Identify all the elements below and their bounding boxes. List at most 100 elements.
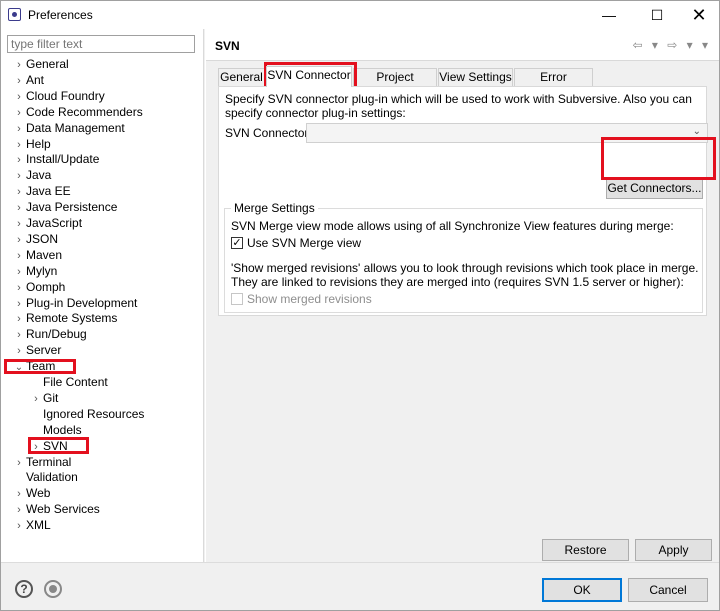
forward-arrow-icon[interactable]: ⇨ ▾ [667, 38, 695, 52]
tree-item-label: JSON [26, 231, 59, 246]
filter-input[interactable] [7, 35, 195, 53]
tree-item-label: Team [26, 359, 56, 374]
tree-item-label: Install/Update [26, 152, 100, 167]
tab-svn-connector[interactable]: SVN Connector [266, 66, 352, 87]
chevron-right-icon[interactable]: › [12, 152, 26, 168]
chevron-right-icon[interactable]: › [12, 200, 26, 216]
chevron-right-icon[interactable]: › [12, 232, 26, 248]
tree-item-label: Git [43, 390, 59, 405]
chevron-right-icon[interactable]: › [12, 455, 26, 471]
chevron-right-icon[interactable]: › [12, 121, 26, 137]
chevron-right-icon[interactable]: › [12, 311, 26, 327]
tree-item[interactable]: › Terminal [12, 454, 71, 470]
tree-item-label: Mylyn [26, 263, 58, 278]
window-title: Preferences [28, 8, 93, 22]
chevron-right-icon[interactable]: › [12, 327, 26, 343]
tree-item-label: XML [26, 518, 51, 533]
chevron-right-icon[interactable]: › [12, 89, 26, 105]
tree-item[interactable]: › Cloud Foundry [12, 88, 105, 104]
chevron-right-icon[interactable]: › [12, 57, 26, 73]
back-arrow-icon[interactable]: ⇦ ▾ [632, 38, 660, 52]
tree-item-label: Validation [26, 470, 78, 485]
record-icon[interactable] [44, 580, 62, 598]
tree-item[interactable]: › General [12, 56, 69, 72]
chevron-right-icon[interactable]: › [12, 296, 26, 312]
tree-item-label: Java Persistence [26, 200, 118, 215]
chevron-right-icon[interactable]: › [12, 502, 26, 518]
tree-item[interactable]: › JSON [12, 231, 58, 247]
chevron-right-icon[interactable]: › [12, 216, 26, 232]
chevron-right-icon[interactable]: › [29, 391, 43, 407]
preference-page-pane: SVN ⇦ ▾ ⇨ ▾ ▾ General SVN Connector Proj… [206, 29, 719, 577]
chevron-right-icon[interactable]: › [12, 184, 26, 200]
use-svn-merge-view-checkbox[interactable]: ✓ [231, 237, 243, 249]
minimize-button[interactable]: — [587, 1, 631, 29]
chevron-right-icon[interactable]: › [29, 439, 43, 455]
chevron-down-icon[interactable]: ⌄ [12, 360, 26, 376]
connector-description: Specify SVN connector plug-in which will… [225, 92, 692, 120]
chevron-right-icon[interactable]: › [12, 105, 26, 121]
tree-item[interactable]: › Remote Systems [12, 310, 117, 326]
tab-error-reporting[interactable]: Error Reporting [514, 68, 593, 100]
chevron-right-icon[interactable]: › [12, 280, 26, 296]
tree-item-label: Data Management [26, 120, 125, 135]
chevron-right-icon[interactable]: › [12, 486, 26, 502]
tree-item[interactable]: › XML [12, 517, 51, 533]
tree-item-label: Oomph [26, 279, 66, 294]
tab-project-structure[interactable]: Project structure [353, 68, 437, 100]
restore-defaults-button[interactable]: Restore Defaults [542, 539, 629, 577]
chevron-right-icon[interactable]: › [12, 137, 26, 153]
chevron-right-icon[interactable]: › [12, 264, 26, 280]
tree-item[interactable]: › Mylyn [12, 263, 57, 279]
tree-item[interactable]: › Run/Debug [12, 326, 87, 342]
chevron-right-icon[interactable]: › [12, 343, 26, 359]
tree-item[interactable]: File Content [29, 374, 108, 390]
tree-item[interactable]: › Plug-in Development [12, 295, 137, 311]
tree-item[interactable]: › Web Services [12, 501, 100, 517]
tree-item[interactable]: › Java [12, 167, 51, 183]
chevron-right-icon[interactable]: › [12, 248, 26, 264]
svn-connector-select[interactable]: ⌄ [306, 123, 708, 143]
tree-item-label: General [26, 57, 69, 71]
chevron-right-icon[interactable]: › [12, 518, 26, 534]
tree-item[interactable]: › Data Management [12, 120, 125, 136]
tree-item[interactable]: Validation [12, 469, 78, 485]
view-menu-icon[interactable]: ▾ [702, 38, 711, 52]
help-icon[interactable]: ? [15, 580, 33, 598]
tree-item[interactable]: › Web [12, 485, 50, 501]
tree-item[interactable]: Models [29, 422, 82, 438]
tree-item-label: Maven [26, 247, 63, 262]
tab-view-settings[interactable]: View Settings [438, 68, 513, 86]
tree-item[interactable]: › SVN [29, 438, 68, 454]
merge-settings-group: Merge Settings SVN Merge view mode allow… [224, 201, 703, 313]
tree-item[interactable]: Ignored Resources [29, 406, 144, 422]
merged-revisions-description: 'Show merged revisions' allows you to lo… [231, 261, 699, 289]
tree-item[interactable]: › Git [29, 390, 58, 406]
tree-item[interactable]: › Server [12, 342, 61, 358]
tab-general[interactable]: General [218, 68, 265, 86]
tree-item[interactable]: › Install/Update [12, 151, 99, 167]
show-merged-revisions-checkbox[interactable] [231, 293, 243, 305]
tree-item-label: Code Recommenders [26, 104, 143, 119]
tree-item[interactable]: › Help [12, 136, 51, 152]
tree-item-label: Run/Debug [26, 327, 87, 342]
tree-item[interactable]: › Ant [12, 72, 44, 88]
cancel-button[interactable]: Cancel [628, 578, 708, 602]
tree-item[interactable]: › Oomph [12, 279, 65, 295]
merge-settings-legend: Merge Settings [231, 201, 318, 215]
tree-item[interactable]: › Code Recommenders [12, 104, 143, 120]
tree-item[interactable]: › Maven [12, 247, 62, 263]
close-button[interactable]: ✕ [677, 1, 720, 29]
maximize-button[interactable]: ☐ [635, 1, 679, 29]
tree-item[interactable]: ⌄ Team [12, 358, 56, 376]
tree-item-label: Help [26, 136, 51, 151]
pane-divider[interactable] [203, 29, 205, 562]
chevron-right-icon[interactable]: › [12, 73, 26, 89]
get-connectors-button[interactable]: Get Connectors... [606, 177, 703, 199]
ok-button[interactable]: OK [542, 578, 622, 602]
apply-button[interactable]: Apply [635, 539, 712, 561]
tree-item[interactable]: › JavaScript [12, 215, 82, 231]
tree-item[interactable]: › Java EE [12, 183, 71, 199]
chevron-right-icon[interactable]: › [12, 168, 26, 184]
tree-item[interactable]: › Java Persistence [12, 199, 117, 215]
